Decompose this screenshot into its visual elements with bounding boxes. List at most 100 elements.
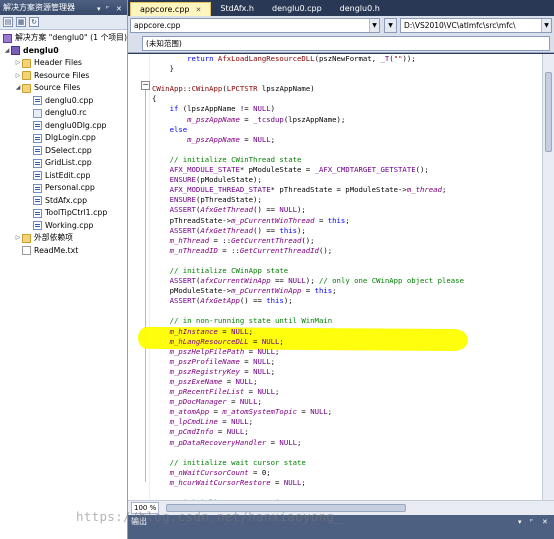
- code-token: =: [239, 114, 254, 124]
- code-token: m_atomApp: [169, 407, 210, 417]
- code-token: AfxLoadLangResourceDLL: [217, 54, 315, 63]
- outline-line: [145, 82, 146, 482]
- refresh-icon[interactable]: ↻: [29, 17, 39, 27]
- chevron-down-icon[interactable]: ▼: [385, 19, 396, 32]
- vertical-scroll-thumb[interactable]: [545, 72, 552, 152]
- code-token: m_hcurWaitCursorRestore: [169, 477, 271, 487]
- pin-icon[interactable]: ᴾ: [106, 2, 109, 17]
- expander-icon[interactable]: ◢: [3, 45, 11, 58]
- code-token: m_pRecentFileList: [169, 387, 245, 397]
- folder-icon: [22, 71, 31, 81]
- code-token: (lpszAppName);: [283, 114, 346, 124]
- tree-item[interactable]: StdAfx.cpp: [0, 195, 127, 208]
- tree-item[interactable]: ◢ denglu0: [0, 45, 127, 58]
- tree-item[interactable]: DSelect.cpp: [0, 145, 127, 158]
- code-token: =: [222, 377, 236, 386]
- tree-item[interactable]: DlgLogin.cpp: [0, 132, 127, 145]
- tree-item-label: DSelect.cpp: [45, 145, 92, 155]
- code-token: NULL: [310, 407, 328, 417]
- expander-icon[interactable]: ▷: [14, 57, 22, 70]
- close-tab-icon[interactable]: ✕: [195, 3, 201, 17]
- tab-label: StdAfx.h: [220, 4, 255, 13]
- code-token: =: [213, 427, 227, 437]
- tab-denglu0-cpp[interactable]: denglu0.cpp: [263, 2, 331, 16]
- tree-item[interactable]: denglu0.rc: [0, 107, 127, 120]
- pin-dropdown-icon[interactable]: ▾: [97, 2, 101, 17]
- code-token: =: [301, 286, 315, 296]
- code-token: ASSERT: [169, 296, 196, 306]
- pin-icon[interactable]: ᴾ: [530, 515, 533, 529]
- scope-combo[interactable]: (未知范围): [142, 36, 550, 51]
- code-line: m_hInstance = NULL;: [152, 327, 464, 337]
- path-combo[interactable]: D:\VS2010\VC\atlmfc\src\mfc\ ▼: [400, 18, 552, 33]
- code-line: {: [152, 94, 464, 104]
- tree-item[interactable]: 解决方案 "denglu0" (1 个项目): [0, 32, 127, 45]
- properties-icon[interactable]: ▤: [3, 17, 13, 27]
- code-line: if (lpszAppName != NULL): [152, 104, 464, 114]
- tree-item[interactable]: Personal.cpp: [0, 182, 127, 195]
- code-line: m_pszAppName = NULL;: [152, 135, 464, 145]
- show-all-files-icon[interactable]: ▦: [16, 17, 26, 27]
- code-token: ;: [297, 437, 302, 447]
- code-token: m_pszAppName: [187, 134, 240, 144]
- code-token: ;: [270, 134, 276, 144]
- tab-appcore-cpp[interactable]: appcore.cpp ✕: [130, 2, 212, 17]
- code-token: ();: [318, 245, 333, 255]
- tree-item[interactable]: denglu0.cpp: [0, 95, 127, 108]
- code-token: ;: [441, 185, 447, 195]
- close-icon[interactable]: ✕: [116, 2, 122, 17]
- editor-gutter: [128, 54, 150, 500]
- tab-denglu0-h[interactable]: denglu0.h: [331, 2, 389, 16]
- code-token: () ==: [239, 296, 267, 306]
- chevron-down-icon[interactable]: ▼: [369, 19, 379, 32]
- code-editor-window: appcore.cpp ✕ StdAfx.h denglu0.cpp denglu0.h…: [128, 0, 554, 539]
- close-icon[interactable]: ✕: [542, 515, 548, 529]
- solution-explorer-title: 解决方案资源管理器: [3, 3, 75, 12]
- code-line: m_hLangResourceDLL = NULL;: [152, 337, 464, 347]
- tree-item[interactable]: Working.cpp: [0, 220, 127, 233]
- solution-icon: [3, 33, 13, 43]
- code-token: =: [297, 407, 311, 417]
- tree-item[interactable]: GridList.cpp: [0, 157, 127, 170]
- tree-item[interactable]: denglu0Dlg.cpp: [0, 120, 127, 133]
- tree-item[interactable]: ◢ Source Files: [0, 82, 127, 95]
- code-token: ;: [275, 387, 280, 397]
- tree-item[interactable]: ▷ 外部依赖项: [0, 232, 127, 245]
- expander-icon[interactable]: ▷: [14, 70, 22, 83]
- tree-item[interactable]: ListEdit.cpp: [0, 170, 127, 183]
- code-token: NULL: [239, 397, 258, 407]
- code-token: this: [266, 296, 284, 306]
- collapse-icon[interactable]: −: [141, 81, 150, 90]
- tree-item[interactable]: ReadMe.txt: [0, 245, 127, 258]
- code-area[interactable]: − return AfxLoadLangResourceDLL(pszNewFo…: [128, 54, 542, 500]
- code-token: m_nWaitCursorCount: [169, 467, 249, 477]
- code-line: m_hThread = ::GetCurrentThread();: [152, 236, 464, 246]
- file-combo-scroll[interactable]: ▼: [384, 18, 397, 33]
- cpp-file-icon: [33, 221, 42, 231]
- expander-icon[interactable]: ◢: [14, 82, 22, 95]
- pin-dropdown-icon[interactable]: ▾: [518, 515, 522, 529]
- vertical-scrollbar[interactable]: [542, 54, 554, 500]
- tree-item[interactable]: ▷ Resource Files: [0, 70, 127, 83]
- tree-item-label: Resource Files: [34, 70, 90, 80]
- code-token: =: [266, 437, 280, 447]
- code-token: =: [239, 134, 254, 144]
- code-token: m_pszRegistryKey: [169, 366, 240, 376]
- code-token: m_pCmdInfo: [169, 427, 214, 437]
- code-token: GetCurrentThreadId: [239, 245, 319, 255]
- tree-item[interactable]: ▷ Header Files: [0, 57, 127, 70]
- code-token: ;: [253, 377, 258, 386]
- code-line: }: [152, 64, 464, 74]
- project-icon: [11, 46, 20, 56]
- expander-icon[interactable]: ▷: [14, 232, 22, 245]
- tree-item[interactable]: ToolTipCtrl1.cpp: [0, 207, 127, 220]
- chevron-down-icon[interactable]: ▼: [541, 19, 551, 32]
- tree-item-label: 外部依赖项: [34, 233, 73, 242]
- file-combo[interactable]: appcore.cpp ▼: [130, 18, 380, 33]
- tab-stdafx-h[interactable]: StdAfx.h: [211, 2, 263, 16]
- code-token: NULL: [253, 366, 271, 376]
